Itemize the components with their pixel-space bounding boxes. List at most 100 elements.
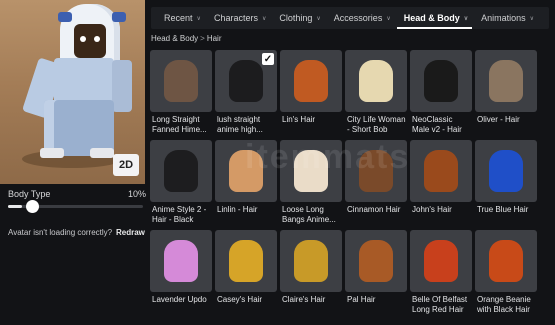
item-thumbnail[interactable]: [280, 50, 342, 112]
item-name: Lavender Updo: [152, 295, 207, 304]
item-card[interactable]: Pal Hair: [345, 230, 407, 317]
toggle-2d-button[interactable]: 2D: [113, 154, 139, 176]
hair-icon: [229, 240, 263, 282]
item-card[interactable]: True Blue Hair: [475, 140, 537, 227]
item-thumbnail[interactable]: [475, 230, 537, 292]
tab-label: Clothing: [279, 13, 313, 23]
item-name: Loose Long Bangs Anime...: [282, 205, 336, 224]
tab-label: Accessories: [333, 13, 383, 23]
item-thumbnail[interactable]: [150, 50, 212, 112]
avatar-arm-right: [112, 60, 132, 112]
redraw-link[interactable]: Redraw: [116, 228, 145, 237]
item-name: True Blue Hair: [477, 205, 529, 214]
hair-icon: [489, 150, 523, 192]
item-card[interactable]: ✓ lush straight anime high...: [215, 50, 277, 137]
tab-animations[interactable]: Animations ∨: [468, 7, 534, 29]
hair-icon: [424, 240, 458, 282]
tab-accessories[interactable]: Accessories ∨: [321, 7, 391, 29]
hair-icon: [489, 60, 523, 102]
slider-fill: [8, 205, 22, 208]
avatar-preview[interactable]: 2D: [0, 0, 145, 184]
item-name: City Life Woman - Short Bob: [347, 115, 406, 134]
item-card[interactable]: Long Straight Fanned Hime...: [150, 50, 212, 137]
hair-icon: [359, 240, 393, 282]
avatar-torso: [54, 58, 114, 104]
item-name: John's Hair: [412, 205, 452, 214]
item-grid: Long Straight Fanned Hime... ✓ lush straig…: [150, 50, 537, 317]
hair-icon: [164, 150, 198, 192]
item-thumbnail[interactable]: [345, 50, 407, 112]
category-tabs: Recent ∨ Characters ∨ Clothing ∨ Accessories ∨ H…: [151, 7, 549, 29]
item-name: Lin's Hair: [282, 115, 316, 124]
item-card[interactable]: Casey's Hair: [215, 230, 277, 317]
item-card[interactable]: Lin's Hair: [280, 50, 342, 137]
tab-head-body[interactable]: Head & Body ∨: [391, 7, 473, 29]
item-name: Belle Of Belfast Long Red Hair: [412, 295, 468, 314]
hair-icon: [359, 150, 393, 192]
item-thumbnail[interactable]: [475, 50, 537, 112]
item-name: Claire's Hair: [282, 295, 326, 304]
item-name: Oliver - Hair: [477, 115, 520, 124]
item-card[interactable]: Linlin - Hair: [215, 140, 277, 227]
hair-icon: [489, 240, 523, 282]
breadcrumb: Head & Body > Hair: [151, 34, 221, 43]
item-card[interactable]: Orange Beanie with Black Hair: [475, 230, 537, 317]
body-type-slider[interactable]: [8, 200, 143, 213]
item-thumbnail[interactable]: [410, 50, 472, 112]
item-thumbnail[interactable]: [215, 140, 277, 202]
item-name: NeoClassic Male v2 - Hair: [412, 115, 462, 134]
item-name: Linlin - Hair: [217, 205, 258, 214]
tab-label: Characters: [213, 13, 258, 23]
avatar-shoe-left: [40, 148, 64, 158]
tab-clothing[interactable]: Clothing ∨: [266, 7, 320, 29]
item-name: Orange Beanie with Black Hair: [477, 295, 531, 314]
item-card[interactable]: NeoClassic Male v2 - Hair: [410, 50, 472, 137]
hair-icon: [164, 60, 198, 102]
item-card[interactable]: Anime Style 2 - Hair - Black: [150, 140, 212, 227]
tab-label: Recent: [164, 13, 193, 23]
avatar-bow-left: [58, 12, 72, 22]
item-thumbnail[interactable]: [280, 140, 342, 202]
item-card[interactable]: John's Hair: [410, 140, 472, 227]
item-thumbnail[interactable]: [410, 230, 472, 292]
breadcrumb-parent[interactable]: Head & Body: [151, 34, 198, 43]
body-type-label: Body Type: [8, 189, 51, 199]
item-card[interactable]: Claire's Hair: [280, 230, 342, 317]
hair-icon: [294, 60, 328, 102]
item-thumbnail[interactable]: [345, 140, 407, 202]
item-thumbnail[interactable]: [410, 140, 472, 202]
item-card[interactable]: Belle Of Belfast Long Red Hair: [410, 230, 472, 317]
hair-icon: [229, 150, 263, 192]
breadcrumb-current: Hair: [206, 34, 222, 43]
item-card[interactable]: Oliver - Hair: [475, 50, 537, 137]
item-thumbnail[interactable]: ✓: [215, 50, 277, 112]
item-name: Long Straight Fanned Hime...: [152, 115, 207, 134]
avatar-shoe-right: [90, 148, 114, 158]
hair-icon: [229, 60, 263, 102]
body-type-value: 10%: [128, 189, 147, 199]
chevron-down-icon: ∨: [529, 15, 535, 22]
hair-icon: [294, 240, 328, 282]
item-card[interactable]: Lavender Updo: [150, 230, 212, 317]
hair-icon: [424, 150, 458, 192]
item-thumbnail[interactable]: [280, 230, 342, 292]
tab-characters[interactable]: Characters ∨: [201, 7, 266, 29]
item-card[interactable]: City Life Woman - Short Bob: [345, 50, 407, 137]
hair-icon: [294, 150, 328, 192]
avatar-eye-left: [80, 36, 86, 42]
item-thumbnail[interactable]: [345, 230, 407, 292]
item-card[interactable]: Loose Long Bangs Anime...: [280, 140, 342, 227]
tab-recent[interactable]: Recent ∨: [151, 7, 201, 29]
item-name: Casey's Hair: [217, 295, 263, 304]
slider-thumb[interactable]: [25, 200, 39, 213]
item-thumbnail[interactable]: [215, 230, 277, 292]
item-thumbnail[interactable]: [150, 140, 212, 202]
tab-label: Head & Body: [403, 13, 460, 23]
item-thumbnail[interactable]: [150, 230, 212, 292]
item-card[interactable]: Cinnamon Hair: [345, 140, 407, 227]
item-name: Anime Style 2 - Hair - Black: [152, 205, 207, 224]
loading-question: Avatar isn't loading correctly?: [8, 228, 113, 237]
avatar-eye-right: [94, 36, 100, 42]
avatar-face: [74, 24, 106, 58]
item-thumbnail[interactable]: [475, 140, 537, 202]
